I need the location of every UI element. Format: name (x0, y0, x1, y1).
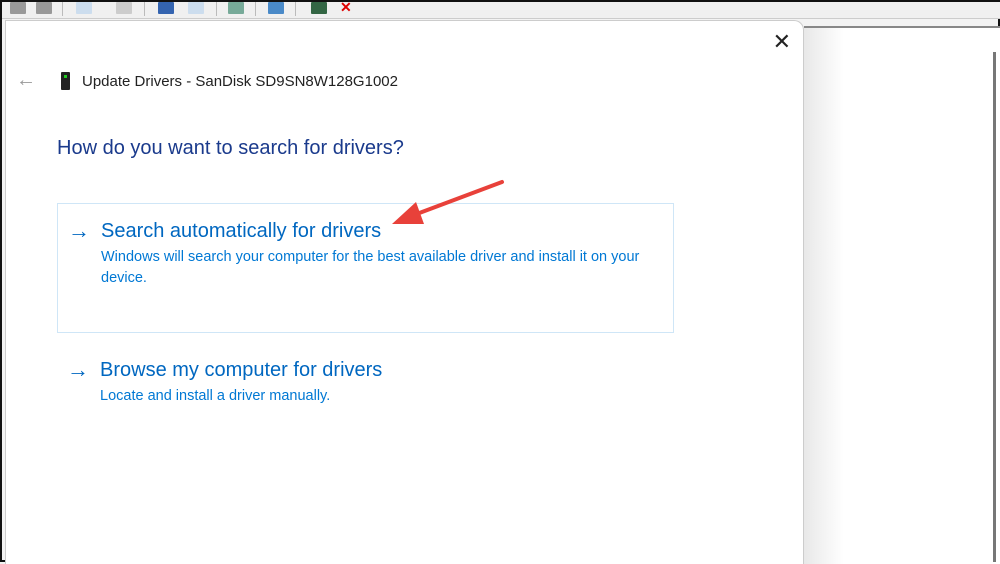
help-icon[interactable] (158, 2, 174, 14)
device-manager-toolbar: ✕ (2, 0, 1000, 19)
show-hide-icon[interactable] (76, 2, 92, 14)
option-description: Windows will search your computer for th… (101, 249, 640, 286)
browse-computer-option[interactable]: → Browse my computer for drivers Locate … (57, 343, 674, 423)
separator (295, 2, 296, 16)
option-title: Search automatically for drivers (101, 220, 382, 242)
forward-icon[interactable] (36, 2, 52, 14)
scrollbar[interactable] (993, 52, 996, 562)
drive-icon (61, 72, 70, 90)
update-drivers-dialog: ✕ ← Update Drivers - SanDisk SD9SN8W128G… (5, 20, 804, 564)
enable-device-icon[interactable] (311, 2, 327, 14)
separator (255, 2, 256, 16)
option-title: Browse my computer for drivers (100, 359, 383, 381)
search-automatically-option[interactable]: → Search automatically for drivers Windo… (57, 203, 674, 333)
page-heading: How do you want to search for drivers? (57, 137, 404, 159)
update-driver-icon[interactable] (228, 2, 244, 14)
separator (144, 2, 145, 16)
scan-hardware-icon[interactable] (268, 2, 284, 14)
option-description: Locate and install a driver manually. (100, 388, 331, 404)
close-icon[interactable]: ✕ (773, 31, 791, 53)
dialog-title: Update Drivers - SanDisk SD9SN8W128G1002 (82, 73, 398, 90)
uninstall-icon[interactable]: ✕ (340, 0, 356, 14)
arrow-right-icon: → (68, 218, 90, 243)
separator (62, 2, 63, 16)
back-arrow-icon[interactable]: ← (16, 69, 36, 92)
arrow-right-icon: → (67, 357, 89, 382)
separator (216, 2, 217, 16)
device-manager-background (804, 26, 1000, 564)
action-pane-icon[interactable] (188, 2, 204, 14)
back-icon[interactable] (10, 2, 26, 14)
properties-icon[interactable] (116, 2, 132, 14)
